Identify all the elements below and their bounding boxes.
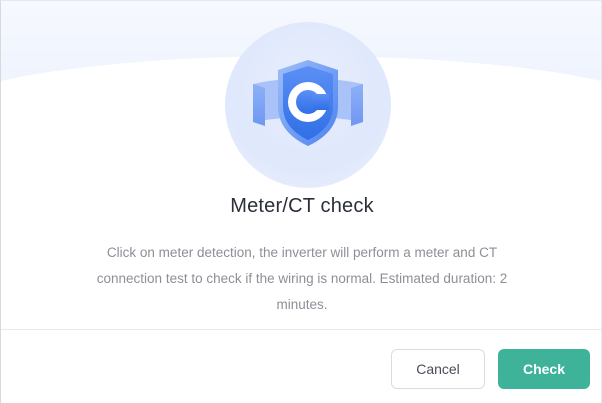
check-button[interactable]: Check [498, 349, 590, 389]
dialog-description: Click on meter detection, the inverter w… [96, 245, 508, 312]
hero-illustration [225, 22, 391, 188]
shield-c-icon [253, 60, 363, 146]
footer-divider [1, 329, 601, 330]
cancel-button[interactable]: Cancel [391, 349, 485, 389]
dialog-title: Meter/CT check [230, 195, 374, 217]
meter-ct-check-dialog: Meter/CT check Click on meter detection,… [0, 0, 602, 403]
